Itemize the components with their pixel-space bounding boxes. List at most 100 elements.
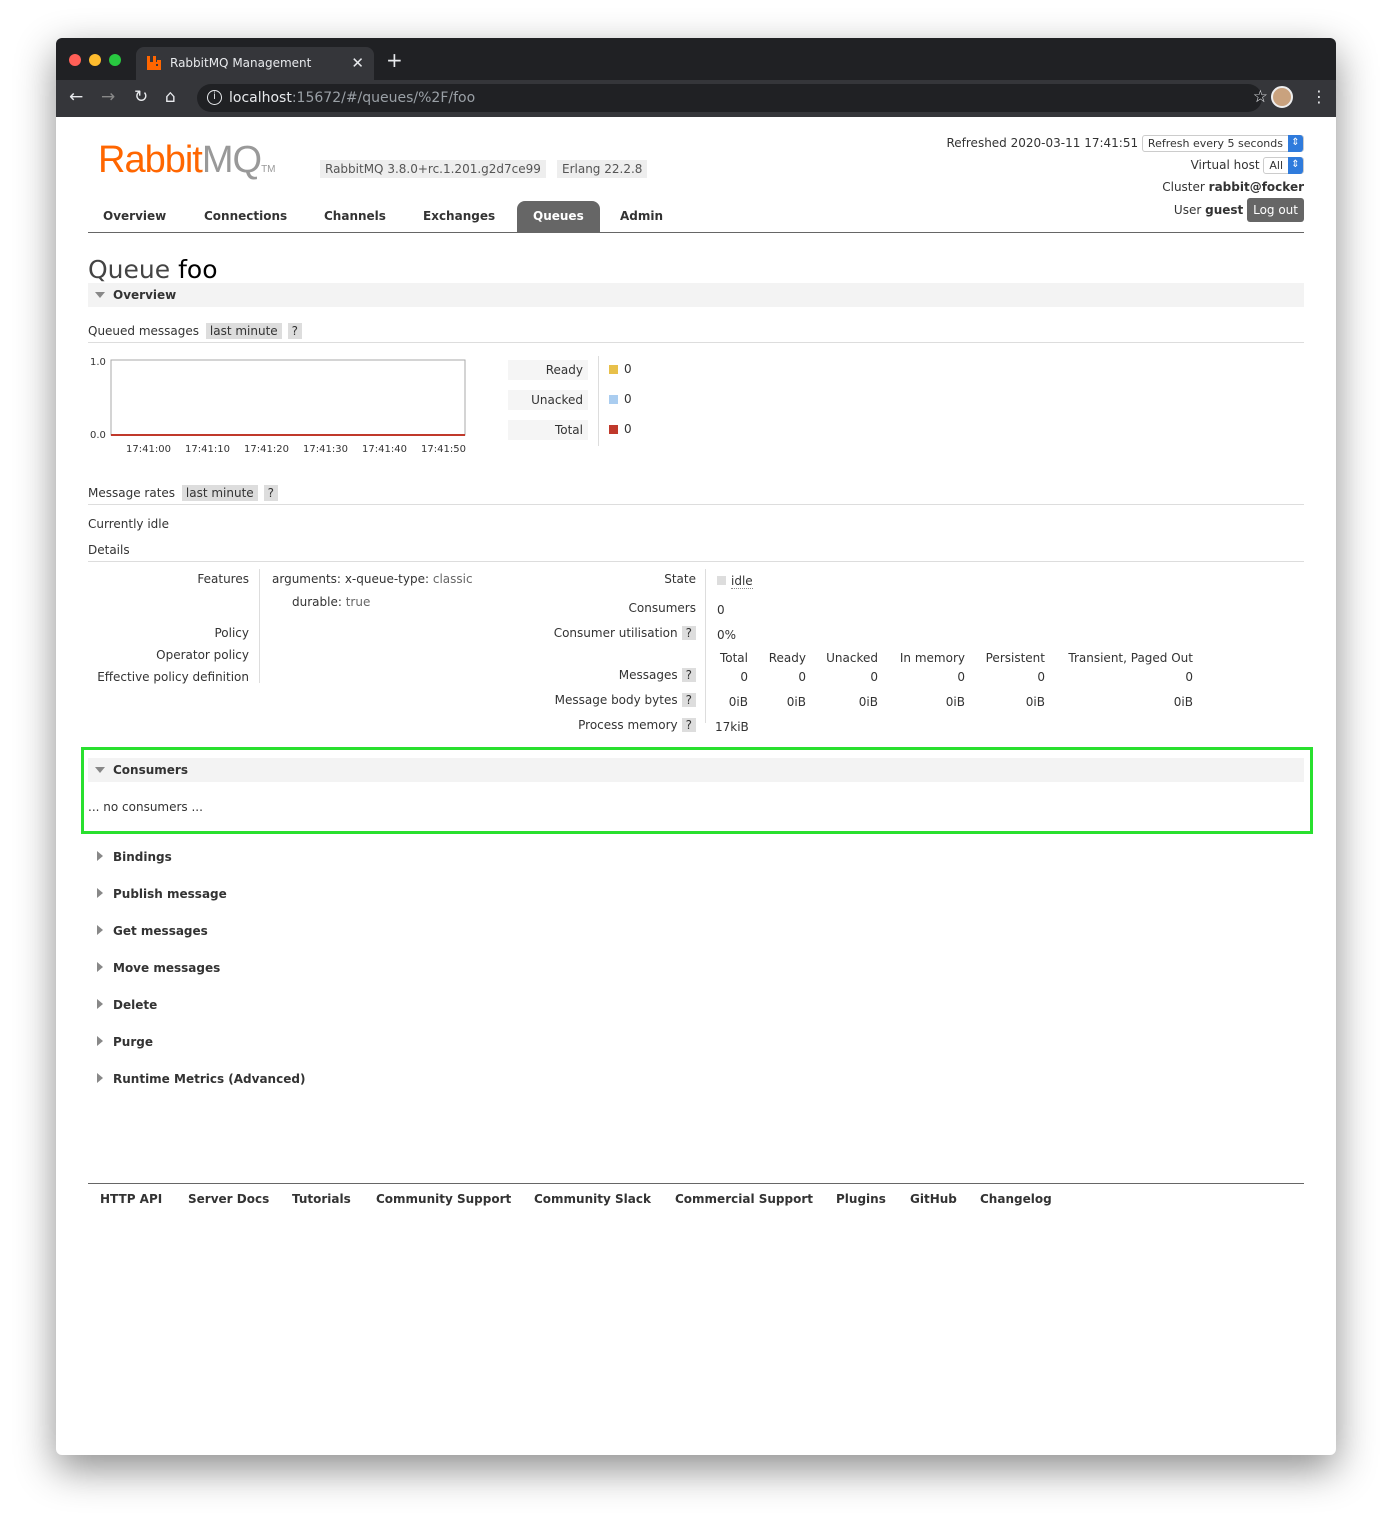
legend-value-total: 0 bbox=[624, 422, 632, 436]
refresh-interval-select[interactable]: Refresh every 5 seconds bbox=[1141, 135, 1304, 152]
rates-range-selector[interactable]: last minute bbox=[181, 485, 258, 501]
get-messages-section[interactable]: Get messages bbox=[88, 924, 208, 938]
profile-avatar[interactable] bbox=[1271, 86, 1293, 108]
close-window-icon[interactable] bbox=[69, 54, 81, 66]
footer-community-slack[interactable]: Community Slack bbox=[534, 1192, 651, 1206]
footer-links: HTTP API Server Docs Tutorials Community… bbox=[88, 1183, 1304, 1206]
messages-help-button[interactable]: ? bbox=[681, 668, 696, 682]
close-tab-icon[interactable]: ✕ bbox=[351, 54, 364, 72]
reload-icon[interactable]: ↻ bbox=[134, 87, 148, 107]
utilisation-value: 0% bbox=[717, 628, 737, 642]
delete-section[interactable]: Delete bbox=[88, 998, 157, 1012]
url-host: localhost bbox=[229, 90, 292, 106]
bytes-label: Message body bytes? bbox=[555, 693, 696, 707]
new-tab-icon[interactable]: + bbox=[386, 48, 403, 72]
overview-section-header[interactable]: Overview bbox=[88, 283, 1304, 307]
x-tick-label: 17:41:10 bbox=[185, 444, 230, 455]
footer-changelog[interactable]: Changelog bbox=[980, 1192, 1052, 1206]
footer-server-docs[interactable]: Server Docs bbox=[188, 1192, 269, 1206]
vhost-select[interactable]: All bbox=[1263, 157, 1304, 174]
back-icon[interactable]: ← bbox=[69, 87, 83, 107]
url-path: :15672/#/queues/%2F/foo bbox=[291, 90, 476, 106]
state-indicator bbox=[717, 576, 726, 585]
logo-mq: MQ bbox=[201, 139, 262, 181]
footer-tutorials[interactable]: Tutorials bbox=[292, 1192, 351, 1206]
maximize-window-icon[interactable] bbox=[109, 54, 121, 66]
x-tick-label: 17:41:50 bbox=[421, 444, 466, 455]
home-icon[interactable]: ⌂ bbox=[165, 87, 176, 107]
purge-section[interactable]: Purge bbox=[88, 1035, 153, 1049]
queue-name: foo bbox=[178, 255, 218, 284]
page-title: Queue foo bbox=[88, 255, 218, 284]
utilisation-help-button[interactable]: ? bbox=[681, 626, 696, 640]
vhost-label: Virtual host bbox=[1190, 158, 1260, 172]
footer-commercial-support[interactable]: Commercial Support bbox=[675, 1192, 813, 1206]
nav-exchanges[interactable]: Exchanges bbox=[423, 209, 495, 223]
x-tick-label: 17:41:30 bbox=[303, 444, 348, 455]
details-header: Details bbox=[88, 543, 1304, 562]
queued-help-button[interactable]: ? bbox=[287, 323, 303, 339]
info-icon[interactable]: i bbox=[207, 90, 222, 105]
bindings-section[interactable]: Bindings bbox=[88, 850, 172, 864]
x-tick-label: 17:41:20 bbox=[244, 444, 289, 455]
footer-plugins[interactable]: Plugins bbox=[836, 1192, 886, 1206]
legend-label-ready: Ready bbox=[508, 360, 588, 380]
url-bar[interactable]: i localhost:15672/#/queues/%2F/foo ☆ bbox=[197, 84, 1268, 112]
queued-messages-chart: 1.0 0.0 17:41:00 17:41:10 17:41:20 17:41:30… bbox=[90, 357, 466, 455]
move-messages-section[interactable]: Move messages bbox=[88, 961, 220, 975]
y-tick-min: 0.0 bbox=[90, 430, 106, 441]
footer-github[interactable]: GitHub bbox=[910, 1192, 957, 1206]
nav-overview[interactable]: Overview bbox=[103, 209, 166, 223]
queued-range-selector[interactable]: last minute bbox=[205, 323, 282, 339]
nav-admin[interactable]: Admin bbox=[620, 209, 663, 223]
browser-tab[interactable]: RabbitMQ Management ✕ bbox=[136, 47, 374, 80]
rates-help-button[interactable]: ? bbox=[263, 485, 279, 501]
logo-text: Rabbit bbox=[98, 139, 203, 181]
footer-community-support[interactable]: Community Support bbox=[376, 1192, 511, 1206]
menu-kebab-icon[interactable]: ⋮ bbox=[1311, 87, 1327, 106]
effective-policy-label: Effective policy definition bbox=[97, 670, 249, 684]
state-text: idle bbox=[731, 574, 753, 589]
procmem-help-button[interactable]: ? bbox=[681, 718, 696, 732]
nav-connections[interactable]: Connections bbox=[204, 209, 287, 223]
tab-bar: RabbitMQ Management ✕ + bbox=[56, 38, 1336, 80]
highlight-box bbox=[81, 747, 1313, 834]
browser-chrome: RabbitMQ Management ✕ + ← → ↻ ⌂ i localh… bbox=[56, 38, 1336, 117]
x-tick-label: 17:41:40 bbox=[362, 444, 407, 455]
rabbitmq-favicon-icon bbox=[147, 56, 161, 70]
runtime-metrics-section[interactable]: Runtime Metrics (Advanced) bbox=[88, 1072, 305, 1086]
rates-label: Message rates bbox=[88, 486, 176, 500]
nav-channels[interactable]: Channels bbox=[324, 209, 386, 223]
durable-value: true bbox=[345, 595, 371, 609]
durable-row: durable: true bbox=[292, 595, 370, 609]
version-badge: RabbitMQ 3.8.0+rc.1.201.g2d7ce99 bbox=[320, 160, 546, 178]
legend-swatch-unacked bbox=[609, 395, 618, 404]
nav-queues[interactable]: Queues bbox=[517, 201, 600, 233]
forward-icon[interactable]: → bbox=[101, 87, 115, 107]
browser-window: RabbitMQ Management ✕ + ← → ↻ ⌂ i localh… bbox=[56, 38, 1336, 1455]
arguments-row: arguments: x-queue-type: classic bbox=[272, 572, 473, 586]
col-header-5: Transient, Paged Out bbox=[1068, 651, 1193, 665]
message-rates-header: Message rates last minute? bbox=[88, 485, 1304, 505]
queued-label: Queued messages bbox=[88, 324, 200, 338]
logo-tm: TM bbox=[261, 164, 276, 175]
xqt-label: x-queue-type: bbox=[344, 572, 430, 586]
bookmark-star-icon[interactable]: ☆ bbox=[1253, 87, 1268, 107]
minimize-window-icon[interactable] bbox=[89, 54, 101, 66]
utilisation-label: Consumer utilisation? bbox=[554, 626, 696, 640]
rabbitmq-logo[interactable]: RabbitMQTM bbox=[98, 139, 276, 182]
y-tick-max: 1.0 bbox=[90, 357, 106, 368]
xqt-value: classic bbox=[432, 572, 473, 586]
durable-label: durable: bbox=[292, 595, 342, 609]
publish-message-section[interactable]: Publish message bbox=[88, 887, 227, 901]
legend-value-unacked: 0 bbox=[624, 392, 632, 406]
footer-http-api[interactable]: HTTP API bbox=[100, 1192, 162, 1206]
messages-label: Messages? bbox=[619, 668, 696, 682]
bytes-label-text: Message body bytes bbox=[554, 693, 678, 707]
bytes-help-button[interactable]: ? bbox=[681, 693, 696, 707]
process-memory-label: Process memory? bbox=[578, 718, 696, 732]
col-header-4: Persistent bbox=[985, 651, 1045, 665]
legend-label-total: Total bbox=[508, 420, 588, 440]
messages-value-5: 0 bbox=[1185, 670, 1193, 684]
operator-policy-label: Operator policy bbox=[156, 648, 249, 662]
